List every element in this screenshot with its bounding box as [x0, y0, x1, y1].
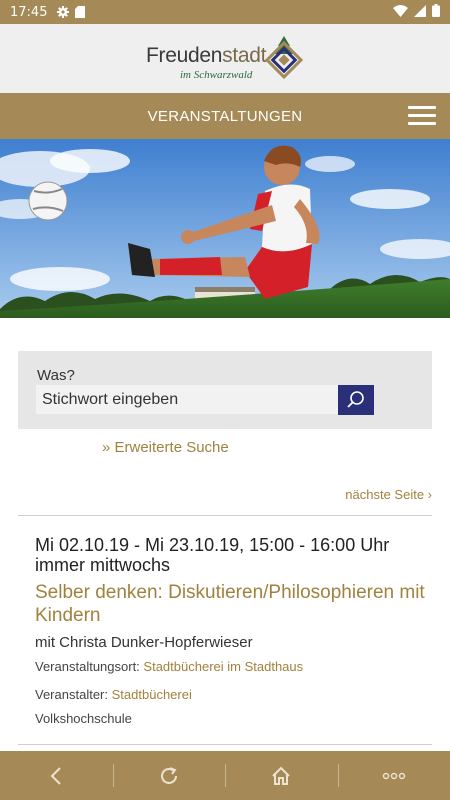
page-title: VERANSTALTUNGEN — [147, 107, 303, 125]
cell-signal-icon — [414, 4, 426, 20]
search-icon — [347, 391, 364, 408]
more-button[interactable] — [337, 751, 450, 800]
clock: 17:45 — [10, 4, 48, 20]
gear-icon — [57, 6, 70, 18]
logo-tagline: im Schwarzwald — [180, 69, 253, 81]
freudenstadt-logo[interactable]: Freudenstadt im Schwarzwald — [146, 34, 306, 84]
search-input[interactable] — [36, 385, 338, 414]
event-item[interactable]: Mi 02.10.19 - Mi 23.10.19, 15:00 - 16:00… — [35, 535, 425, 726]
battery-icon — [432, 4, 440, 20]
hero-image — [0, 139, 450, 318]
event-date: Mi 02.10.19 - Mi 23.10.19, 15:00 - 16:00… — [35, 535, 390, 575]
logo-word-2: stadt — [222, 44, 267, 67]
logo-emblem-icon — [264, 36, 304, 80]
venue-link[interactable]: Stadtbücherei im Stadthaus — [143, 659, 303, 674]
home-icon — [272, 766, 290, 785]
back-icon — [50, 766, 61, 785]
organizer-link[interactable]: Stadtbücherei — [112, 687, 192, 702]
more-icon — [382, 772, 405, 779]
reload-icon — [160, 766, 177, 784]
organizer-label: Veranstalter: — [35, 687, 108, 702]
event-speaker: mit Christa Dunker-Hopferwieser — [35, 634, 253, 651]
logo-word-1: Freuden — [146, 44, 223, 67]
back-button[interactable] — [0, 751, 113, 800]
event-organizer-extra: Volkshochschule — [35, 711, 132, 726]
search-label: Was? — [37, 367, 75, 384]
status-bar: 17:45 — [0, 0, 450, 24]
venue-label: Veranstaltungsort: — [35, 659, 140, 674]
divider — [18, 744, 432, 745]
home-button[interactable] — [225, 751, 338, 800]
search-panel: Was? — [18, 351, 432, 429]
search-button[interactable] — [338, 385, 374, 415]
wifi-icon — [393, 4, 408, 20]
advanced-search-link[interactable]: » Erweiterte Suche — [102, 439, 229, 456]
page-title-bar: VERANSTALTUNGEN — [0, 93, 450, 139]
divider — [18, 515, 432, 516]
event-title[interactable]: Selber denken: Diskutieren/Philosophiere… — [35, 581, 425, 627]
event-organizer: Veranstalter: Stadtbücherei — [35, 687, 425, 702]
reload-button[interactable] — [112, 751, 226, 800]
bottom-navigation — [0, 751, 450, 800]
event-venue: Veranstaltungsort: Stadtbücherei im Stad… — [35, 659, 425, 674]
hamburger-menu-icon[interactable] — [408, 106, 436, 126]
next-page-link[interactable]: nächste Seite › — [345, 487, 432, 502]
logo-header: Freudenstadt im Schwarzwald — [0, 24, 450, 93]
sd-card-icon — [75, 6, 86, 18]
logo-wordmark: Freudenstadt — [146, 44, 266, 68]
